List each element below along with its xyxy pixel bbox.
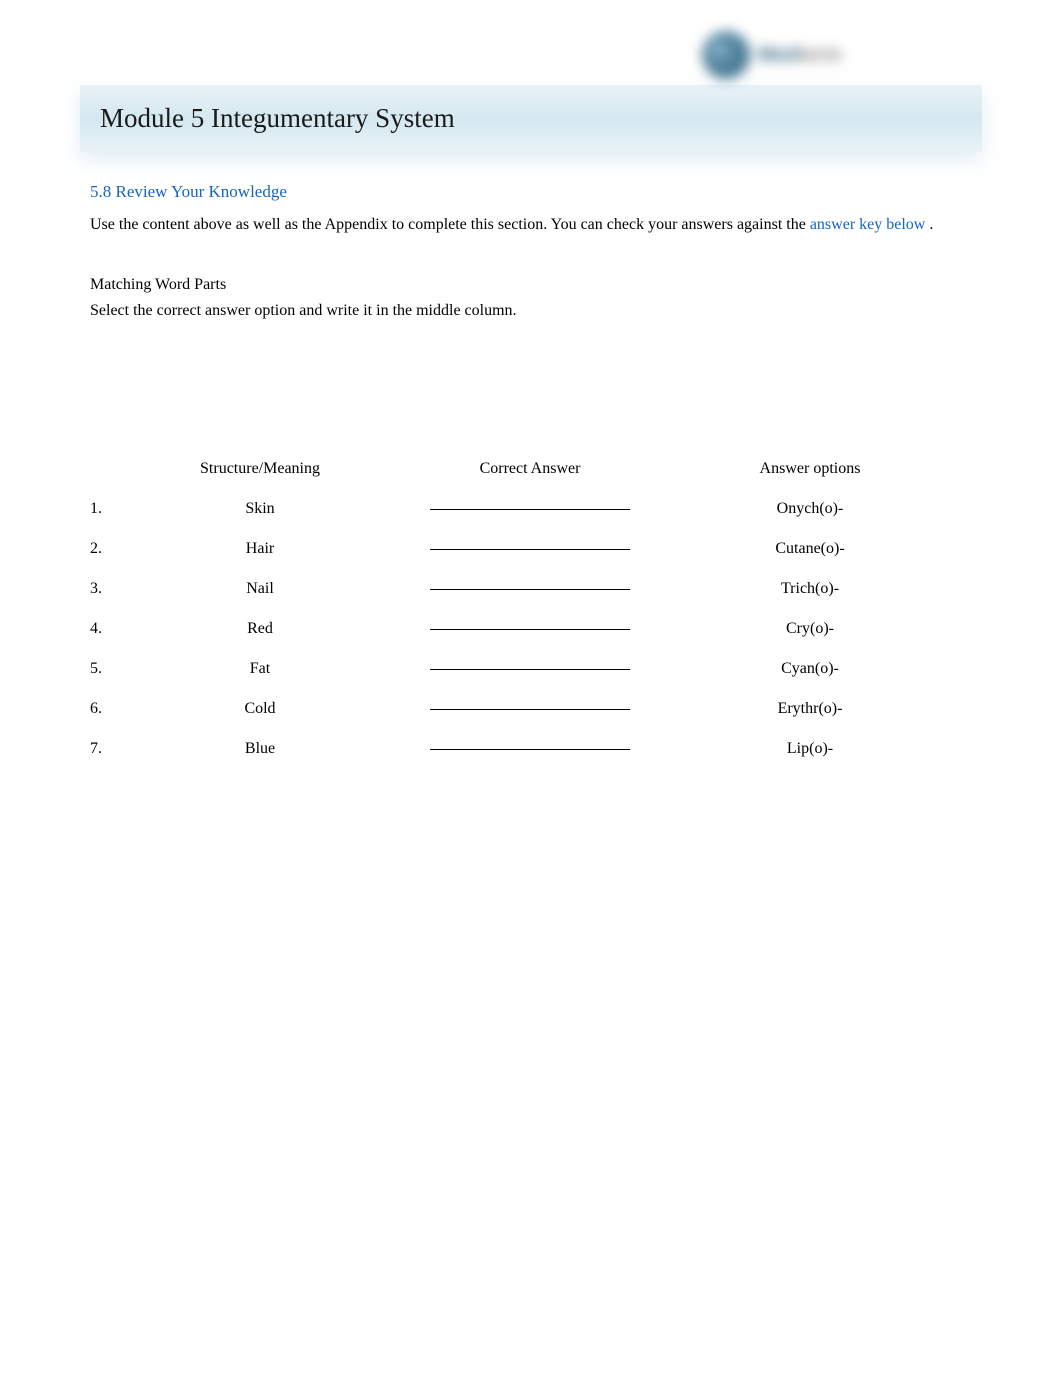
row-answer-blank[interactable] xyxy=(390,580,670,598)
table-header-row: Structure/Meaning Correct Answer Answer … xyxy=(90,460,972,478)
blank-line xyxy=(430,629,630,630)
header-num xyxy=(90,460,130,478)
row-option: Lip(o)- xyxy=(670,740,950,758)
table-row: 3.Nail Trich(o)- xyxy=(90,580,972,598)
blank-line xyxy=(430,549,630,550)
row-structure: Skin xyxy=(130,500,390,518)
blank-line xyxy=(430,749,630,750)
row-number: 6. xyxy=(90,700,130,718)
matching-table: Structure/Meaning Correct Answer Answer … xyxy=(90,460,972,758)
row-answer-blank[interactable] xyxy=(390,660,670,678)
row-structure: Fat xyxy=(130,660,390,678)
row-answer-blank[interactable] xyxy=(390,540,670,558)
header-structure: Structure/Meaning xyxy=(130,460,390,478)
row-structure: Cold xyxy=(130,700,390,718)
logo: Medterm xyxy=(702,30,872,80)
row-number: 7. xyxy=(90,740,130,758)
header-correct: Correct Answer xyxy=(390,460,670,478)
row-number: 4. xyxy=(90,620,130,638)
table-row: 4.Red Cry(o)- xyxy=(90,620,972,638)
row-option: Trich(o)- xyxy=(670,580,950,598)
section-heading: 5.8 Review Your Knowledge xyxy=(90,182,972,202)
row-answer-blank[interactable] xyxy=(390,500,670,518)
table-row: 2.Hair Cutane(o)- xyxy=(90,540,972,558)
row-number: 5. xyxy=(90,660,130,678)
row-answer-blank[interactable] xyxy=(390,740,670,758)
blank-line xyxy=(430,589,630,590)
logo-icon xyxy=(702,31,750,79)
row-structure: Blue xyxy=(130,740,390,758)
instructions-prefix: Use the content above as well as the App… xyxy=(90,216,810,233)
table-row: 1.Skin Onych(o)- xyxy=(90,500,972,518)
table-row: 7.Blue Lip(o)- xyxy=(90,740,972,758)
row-structure: Hair xyxy=(130,540,390,558)
module-title: Module 5 Integumentary System xyxy=(100,103,962,134)
module-title-bar: Module 5 Integumentary System xyxy=(80,85,982,152)
row-number: 3. xyxy=(90,580,130,598)
blank-line xyxy=(430,709,630,710)
matching-title: Matching Word Parts xyxy=(90,276,972,294)
table-row: 6.Cold Erythr(o)- xyxy=(90,700,972,718)
matching-instructions: Select the correct answer option and wri… xyxy=(90,302,972,320)
row-option: Cutane(o)- xyxy=(670,540,950,558)
blank-line xyxy=(430,669,630,670)
logo-text: Medterm xyxy=(758,44,841,67)
instructions-suffix: . xyxy=(925,216,933,233)
section-instructions: Use the content above as well as the App… xyxy=(90,214,972,236)
page-container: Medterm Module 5 Integumentary System 5.… xyxy=(0,0,1062,758)
row-answer-blank[interactable] xyxy=(390,700,670,718)
row-number: 2. xyxy=(90,540,130,558)
row-option: Cyan(o)- xyxy=(670,660,950,678)
row-answer-blank[interactable] xyxy=(390,620,670,638)
table-row: 5.Fat Cyan(o)- xyxy=(90,660,972,678)
row-number: 1. xyxy=(90,500,130,518)
blank-line xyxy=(430,509,630,510)
row-option: Onych(o)- xyxy=(670,500,950,518)
content-area: 5.8 Review Your Knowledge Use the conten… xyxy=(0,152,1062,758)
row-option: Cry(o)- xyxy=(670,620,950,638)
row-option: Erythr(o)- xyxy=(670,700,950,718)
answer-key-link[interactable]: answer key below xyxy=(810,216,926,233)
header-options: Answer options xyxy=(670,460,950,478)
row-structure: Red xyxy=(130,620,390,638)
row-structure: Nail xyxy=(130,580,390,598)
